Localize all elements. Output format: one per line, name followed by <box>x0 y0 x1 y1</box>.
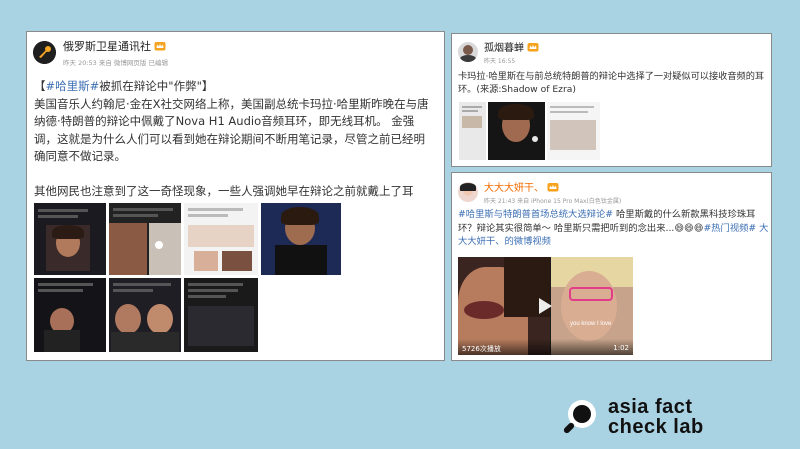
magnifier-logo-icon <box>563 400 596 434</box>
post-body: 卡玛拉·哈里斯在与前总统特朗普的辩论中选择了一对疑似可以接收音频的耳环。(来源:… <box>458 71 765 95</box>
emoji-group: 😄😄😄 <box>674 222 704 234</box>
post-body: #哈里斯与特朗普首场总统大选辩论# 哈里斯戴的什么新款黑科技珍珠耳环？辩论其实很… <box>458 209 769 247</box>
post-image-2[interactable] <box>109 203 181 275</box>
crown-badge-icon <box>547 182 559 191</box>
hashtag-link[interactable]: #哈里斯# <box>46 79 100 93</box>
post-image-7[interactable] <box>184 278 258 352</box>
post-image-1[interactable] <box>459 102 486 160</box>
post-image-2[interactable] <box>488 102 545 160</box>
hashtag-link[interactable]: #哈里斯与特朗普首场总统大选辩论# <box>458 209 613 220</box>
post-image-5[interactable] <box>34 278 106 352</box>
post-image-3[interactable] <box>547 102 600 160</box>
weibo-post-dadayangan: 大大大妍干、 昨天 21:43 来自 iPhone 15 Pro Max(白色钛… <box>451 172 772 361</box>
video-duration: 1:02 <box>613 344 629 352</box>
post-meta: 昨天 21:43 来自 iPhone 15 Pro Max(白色钛金属) <box>484 198 622 205</box>
sputnik-logo-icon <box>33 41 56 64</box>
play-icon[interactable] <box>537 297 553 315</box>
hashtag-link[interactable]: #热门视频# <box>703 223 756 234</box>
brand-line-2: check lab <box>608 416 704 438</box>
author-name[interactable]: 大大大妍干、 <box>484 179 621 194</box>
image-grid-spacer <box>347 203 437 353</box>
brand-line-1: asia fact <box>608 396 693 418</box>
post-image-1[interactable] <box>34 203 106 275</box>
post-header: 大大大妍干、 昨天 21:43 来自 iPhone 15 Pro Max(白色钛… <box>458 179 621 205</box>
post-image-4[interactable] <box>261 203 341 275</box>
video-player[interactable]: you know I love 5726次播放 1:02 <box>458 257 633 355</box>
post-header: 俄罗斯卫星通讯社 昨天 20:53 来自 微博网页版 已编辑 <box>33 38 168 67</box>
crown-badge-icon <box>527 42 539 51</box>
post-header: 孤烟暮蝉 昨天 16:55 <box>458 39 539 65</box>
video-caption: you know I love <box>570 321 612 327</box>
post-image-6[interactable] <box>109 278 181 352</box>
avatar[interactable] <box>33 41 56 64</box>
post-meta: 昨天 20:53 来自 微博网页版 已编辑 <box>63 59 168 67</box>
post-paragraph: 美国音乐人约翰尼·金在X社交网络上称，美国副总统卡玛拉·哈里斯昨晚在与唐纳德·特… <box>34 96 429 164</box>
asia-fact-check-lab-logo: asia fact check lab <box>560 397 704 437</box>
weibo-post-guyan: 孤烟暮蝉 昨天 16:55 卡玛拉·哈里斯在与前总统特朗普的辩论中选择了一对疑似… <box>451 33 772 167</box>
post-title: 【#哈里斯#被抓在辩论中"作弊"】 <box>34 79 214 93</box>
avatar[interactable] <box>458 182 478 202</box>
crown-badge-icon <box>154 42 166 51</box>
weibo-post-sputnik: 俄罗斯卫星通讯社 昨天 20:53 来自 微博网页版 已编辑 【#哈里斯#被抓在… <box>26 31 445 361</box>
author-name[interactable]: 孤烟暮蝉 <box>484 39 539 54</box>
post-meta: 昨天 16:55 <box>484 58 516 65</box>
post-image-3[interactable] <box>184 203 258 275</box>
avatar[interactable] <box>458 42 478 62</box>
video-view-count: 5726次播放 <box>462 345 501 353</box>
author-name[interactable]: 俄罗斯卫星通讯社 <box>63 38 168 54</box>
post-body: 【#哈里斯#被抓在辩论中"作弊"】 美国音乐人约翰尼·金在X社交网络上称，美国副… <box>34 78 436 218</box>
